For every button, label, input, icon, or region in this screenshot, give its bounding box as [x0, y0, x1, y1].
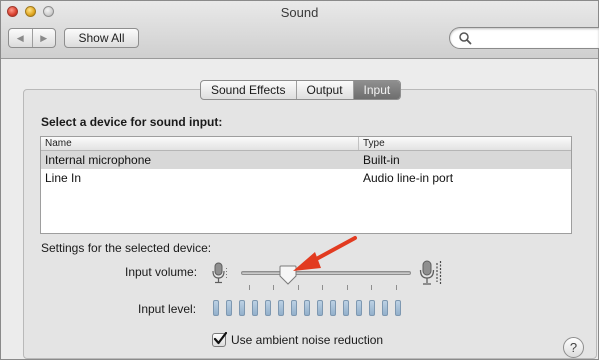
settings-label: Settings for the selected device: [41, 241, 212, 255]
device-type: Built-in [363, 153, 400, 167]
input-level-segment [265, 300, 271, 316]
chevron-right-icon[interactable]: ▶ [31, 29, 56, 47]
help-button[interactable]: ? [563, 337, 584, 358]
slider-tick [249, 285, 250, 290]
input-level-segment [278, 300, 284, 316]
input-level-meter [213, 300, 401, 316]
show-all-button[interactable]: Show All [64, 28, 139, 48]
input-level-segment [291, 300, 297, 316]
column-header-name[interactable]: Name [41, 137, 359, 150]
input-level-segment [317, 300, 323, 316]
input-level-segment [252, 300, 258, 316]
device-list-heading: Select a device for sound input: [41, 115, 223, 129]
microphone-high-icon [419, 260, 442, 285]
sound-window: Sound ◀ ▶ Show All Sound Effects Output … [0, 0, 599, 360]
table-header: Name Type [41, 137, 571, 151]
input-level-segment [395, 300, 401, 316]
window-title: Sound [280, 5, 319, 20]
device-type: Audio line-in port [363, 171, 454, 185]
input-level-segment [213, 300, 219, 316]
device-name: Line In [45, 171, 82, 185]
input-level-segment [382, 300, 388, 316]
input-level-segment [226, 300, 232, 316]
annotation-arrow-icon [293, 236, 357, 271]
pane-tabs: Sound Effects Output Input [200, 80, 402, 100]
input-level-label: Input level: [138, 302, 197, 316]
slider-tick [298, 285, 299, 290]
device-name: Internal microphone [45, 153, 152, 167]
table-row[interactable]: Internal microphone Built-in [41, 151, 571, 169]
search-field[interactable] [449, 27, 599, 49]
tab-sound-effects[interactable]: Sound Effects [201, 81, 295, 99]
input-device-table: Name Type Internal microphone Built-in L… [40, 136, 572, 234]
input-volume-label: Input volume: [125, 265, 198, 279]
table-row[interactable]: Line In Audio line-in port [41, 169, 571, 187]
chevron-left-icon[interactable]: ◀ [9, 29, 32, 47]
column-header-type[interactable]: Type [359, 137, 571, 150]
microphone-low-icon [212, 262, 227, 284]
input-level-segment [330, 300, 336, 316]
slider-tick [273, 285, 274, 290]
input-level-segment [304, 300, 310, 316]
input-level-segment [356, 300, 362, 316]
input-level-segment [369, 300, 375, 316]
toolbar: Sound ◀ ▶ Show All [1, 1, 599, 59]
slider-tick [371, 285, 372, 290]
search-icon [459, 32, 472, 45]
noise-reduction-label[interactable]: Use ambient noise reduction [231, 333, 383, 347]
back-forward-control: ◀ ▶ [8, 28, 56, 48]
input-level-segment [343, 300, 349, 316]
slider-tick [322, 285, 323, 290]
tab-output[interactable]: Output [295, 81, 353, 99]
checkmark-icon [213, 332, 227, 345]
slider-tick [396, 285, 397, 290]
slider-tick [347, 285, 348, 290]
noise-reduction-checkbox[interactable] [212, 332, 227, 347]
input-level-segment [239, 300, 245, 316]
tab-input[interactable]: Input [352, 81, 401, 99]
